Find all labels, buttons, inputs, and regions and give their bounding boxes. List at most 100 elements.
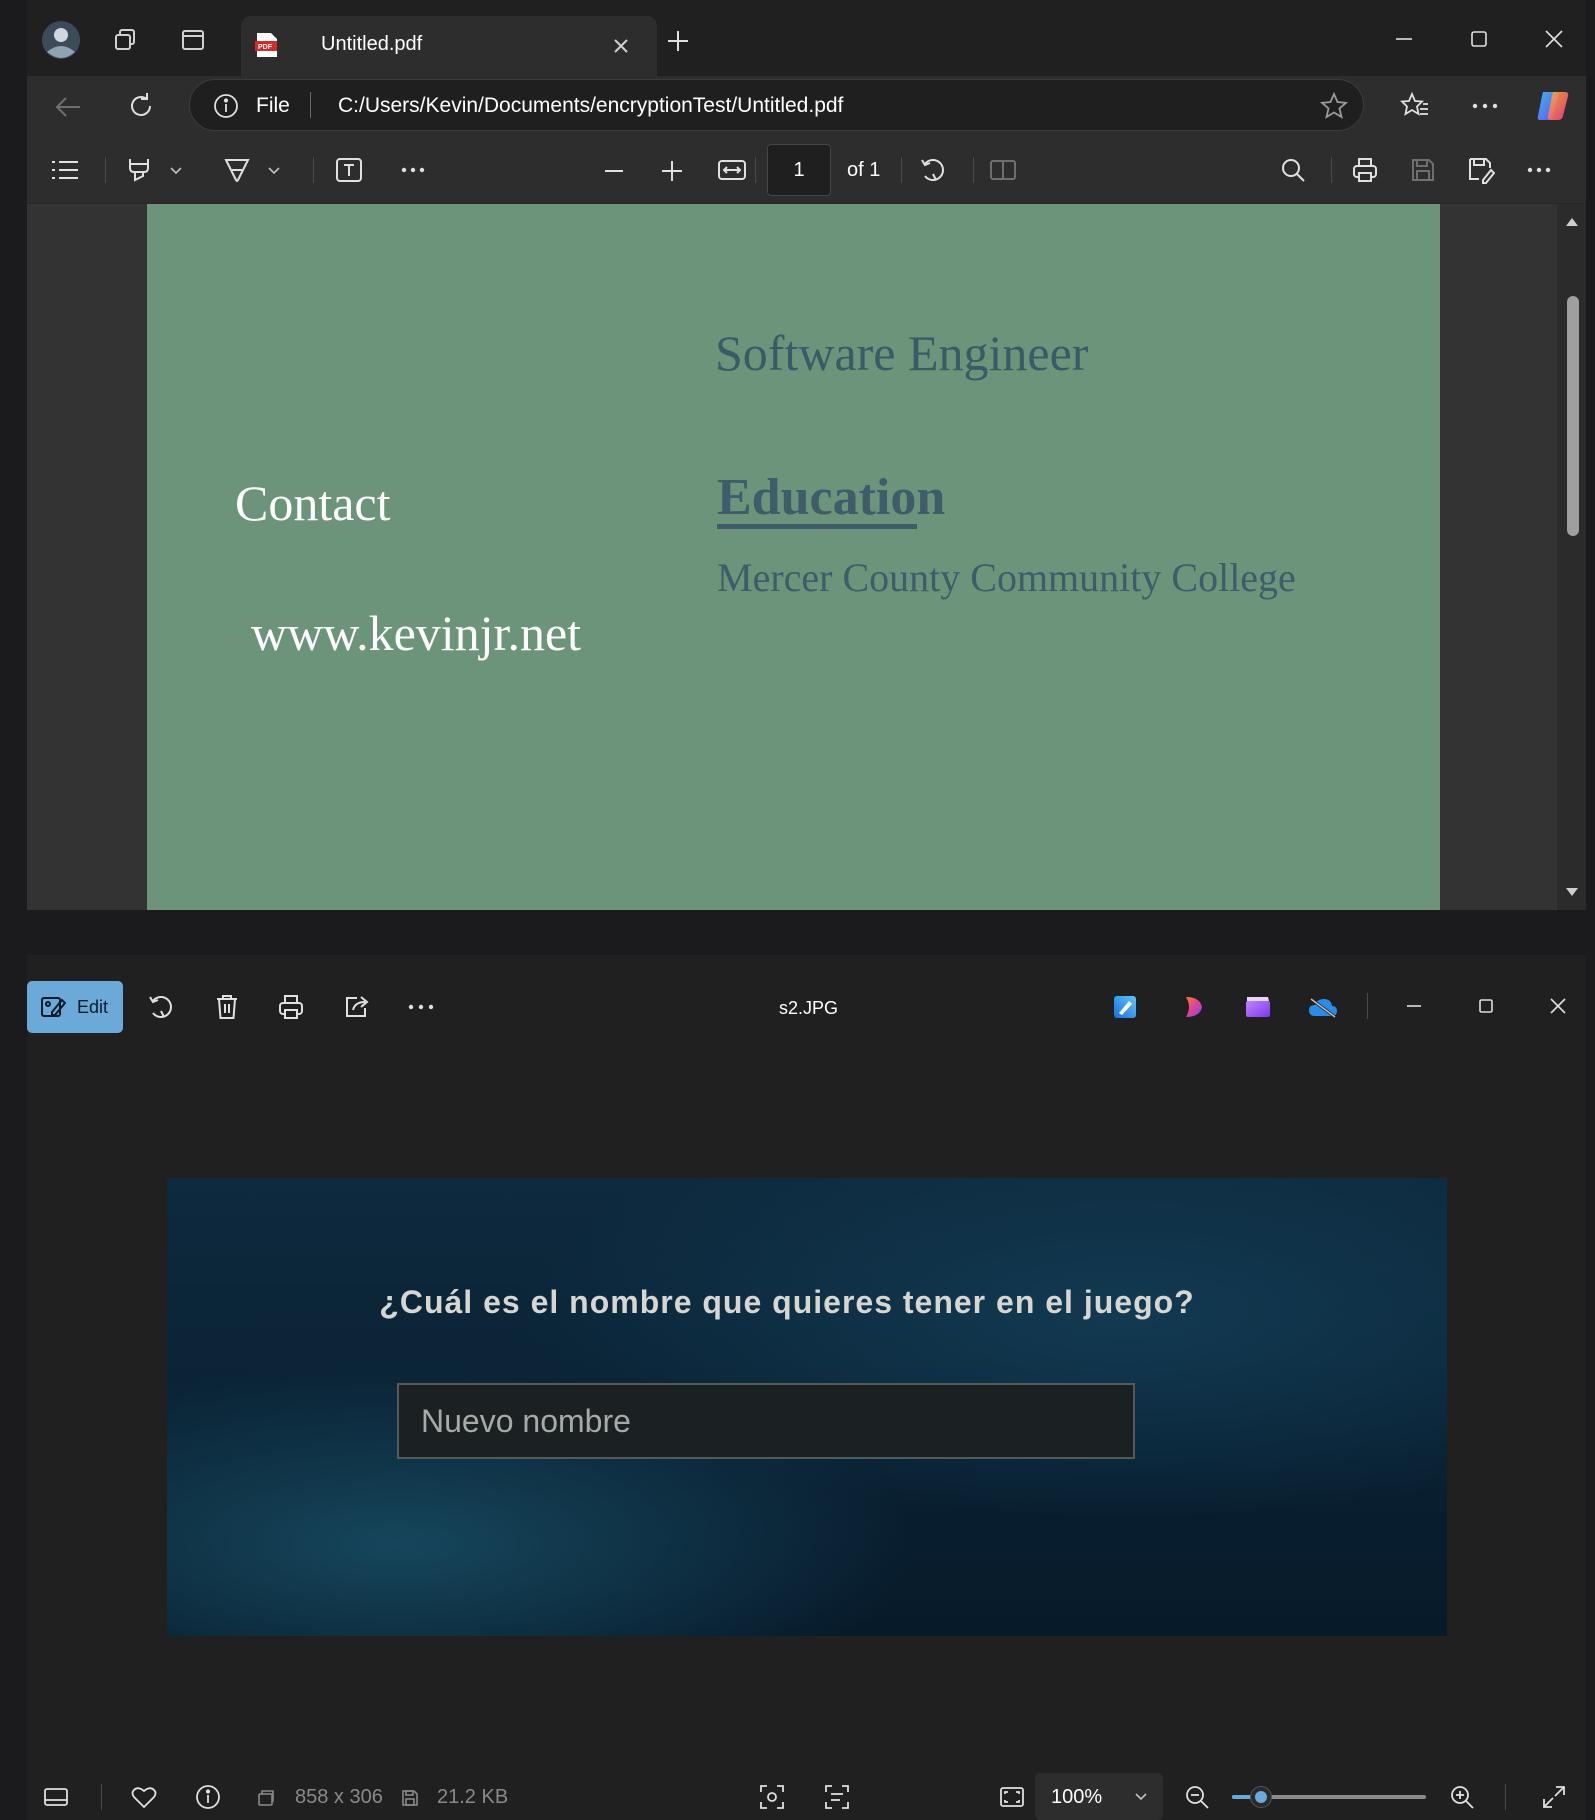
draw-icon[interactable] (221, 154, 253, 186)
scrollbar-thumb[interactable] (1567, 296, 1579, 536)
toolbar-divider (1367, 993, 1368, 1019)
page-number-input[interactable]: 1 (767, 144, 831, 196)
zoom-out-minus-icon[interactable] (599, 156, 629, 186)
clipchamp-app-icon[interactable] (1177, 991, 1209, 1023)
education-underline (717, 524, 917, 529)
toolbar-divider (105, 157, 106, 183)
designer-app-icon[interactable] (1109, 991, 1141, 1023)
file-info-icon[interactable] (193, 1783, 223, 1811)
zoom-slider-thumb[interactable] (1251, 1787, 1272, 1807)
minimize-icon[interactable] (1389, 24, 1419, 54)
info-icon[interactable] (212, 92, 240, 120)
photos-window: Edit s2.JPG ¿Cuál es el nombre que quier… (27, 955, 1586, 1820)
favorites-icon[interactable] (1397, 88, 1433, 124)
pdf-more-options-icon[interactable] (1523, 156, 1555, 184)
edit-button[interactable]: Edit (27, 981, 123, 1033)
back-icon[interactable] (51, 90, 85, 124)
scroll-down-arrow-icon[interactable] (1564, 884, 1580, 900)
zoom-in-plus-icon[interactable] (657, 156, 687, 186)
share-icon[interactable] (341, 991, 373, 1023)
toolbar-divider (973, 157, 974, 183)
more-options-icon[interactable] (405, 993, 437, 1021)
tab-strip: PDF Untitled.pdf (27, 0, 1586, 76)
edit-image-icon (39, 993, 67, 1021)
status-divider (1505, 1784, 1506, 1810)
favorite-heart-icon[interactable] (129, 1783, 159, 1811)
workspaces-icon[interactable] (109, 24, 141, 56)
edit-label: Edit (77, 997, 109, 1017)
education-heading: Education (717, 469, 946, 526)
page-view-icon[interactable] (987, 154, 1019, 186)
fit-width-icon[interactable] (715, 154, 749, 186)
rotate-image-icon[interactable] (145, 991, 177, 1023)
add-text-icon[interactable] (333, 154, 365, 186)
zoom-chevron-down-icon (1133, 1789, 1149, 1805)
contents-list-icon[interactable] (49, 154, 81, 186)
draw-dropdown-chevron-icon[interactable] (265, 162, 283, 180)
face-detect-icon[interactable] (757, 1783, 787, 1811)
more-tools-icon[interactable] (397, 156, 429, 184)
pdf-file-icon: PDF (253, 30, 281, 60)
text-scan-icon[interactable] (822, 1783, 852, 1811)
dimensions-icon (255, 1787, 277, 1809)
address-divider (310, 92, 311, 118)
image-input-placeholder: Nuevo nombre (421, 1403, 631, 1439)
contact-heading: Contact (235, 475, 391, 531)
settings-more-icon[interactable] (1467, 90, 1503, 122)
photos-close-icon[interactable] (1543, 991, 1573, 1021)
save-icon[interactable] (1407, 154, 1439, 186)
delete-icon[interactable] (211, 991, 243, 1023)
vertical-tabs-icon[interactable] (177, 24, 209, 56)
website-link[interactable]: www.kevinjr.net (251, 604, 581, 662)
print-image-icon[interactable] (275, 991, 307, 1023)
onedrive-cloud-icon[interactable] (1305, 991, 1341, 1023)
zoom-level-text: 100% (1051, 1786, 1103, 1808)
toolbar-divider (755, 157, 756, 183)
toolbar-divider (313, 157, 314, 183)
zoom-level-dropdown[interactable]: 100% (1035, 1773, 1163, 1820)
file-size-icon (399, 1787, 421, 1809)
full-screen-icon[interactable] (1539, 1783, 1569, 1811)
print-icon[interactable] (1349, 154, 1381, 186)
profile-avatar[interactable] (41, 20, 81, 60)
fit-to-window-icon[interactable] (997, 1783, 1027, 1811)
pdf-toolbar: 1 of 1 (27, 136, 1586, 204)
close-tab-icon[interactable] (607, 32, 635, 60)
displayed-image: ¿Cuál es el nombre que quieres tener en … (167, 1178, 1447, 1636)
address-bar[interactable]: File C:/Users/Kevin/Documents/encryption… (189, 79, 1364, 131)
copilot-icon[interactable] (1533, 86, 1573, 126)
photos-maximize-icon[interactable] (1471, 991, 1501, 1021)
scroll-up-arrow-icon[interactable] (1564, 214, 1580, 230)
image-dimensions: 858 x 306 (295, 1786, 383, 1808)
favorite-star-icon[interactable] (1318, 90, 1350, 122)
address-url[interactable]: C:/Users/Kevin/Documents/encryptionTest/… (338, 94, 843, 118)
save-as-icon[interactable] (1465, 154, 1497, 186)
tab-title: Untitled.pdf (321, 33, 423, 55)
browser-window: PDF Untitled.pdf File C:/Users/Kevin/Doc… (27, 0, 1586, 910)
image-name-input: Nuevo nombre (397, 1383, 1135, 1459)
address-scheme: File (256, 94, 290, 117)
status-divider (101, 1784, 102, 1810)
highlight-icon[interactable] (123, 154, 155, 186)
filmstrip-icon[interactable] (41, 1783, 71, 1811)
pdf-viewer: Software Engineer Contact Education Merc… (27, 204, 1586, 910)
highlight-dropdown-chevron-icon[interactable] (167, 162, 185, 180)
toolbar-divider (901, 157, 902, 183)
photos-status-bar: 858 x 306 21.2 KB 100% (27, 1773, 1586, 1820)
zoom-in-icon[interactable] (1447, 1783, 1477, 1811)
rotate-icon[interactable] (917, 154, 949, 186)
vertical-scrollbar[interactable] (1557, 204, 1586, 910)
svg-text:PDF: PDF (258, 44, 273, 51)
zoom-slider[interactable] (1232, 1787, 1426, 1807)
find-search-icon[interactable] (1277, 154, 1309, 186)
navigation-bar: File C:/Users/Kevin/Documents/encryption… (27, 76, 1586, 136)
toolbar-divider (1331, 157, 1332, 183)
new-tab-icon[interactable] (663, 26, 693, 56)
refresh-icon[interactable] (124, 89, 158, 123)
photos-minimize-icon[interactable] (1399, 991, 1429, 1021)
close-window-icon[interactable] (1539, 24, 1569, 54)
maximize-icon[interactable] (1464, 24, 1494, 54)
zoom-out-icon[interactable] (1182, 1783, 1212, 1811)
tab-untitled-pdf[interactable]: PDF Untitled.pdf (241, 16, 657, 76)
video-editor-app-icon[interactable] (1242, 991, 1274, 1023)
